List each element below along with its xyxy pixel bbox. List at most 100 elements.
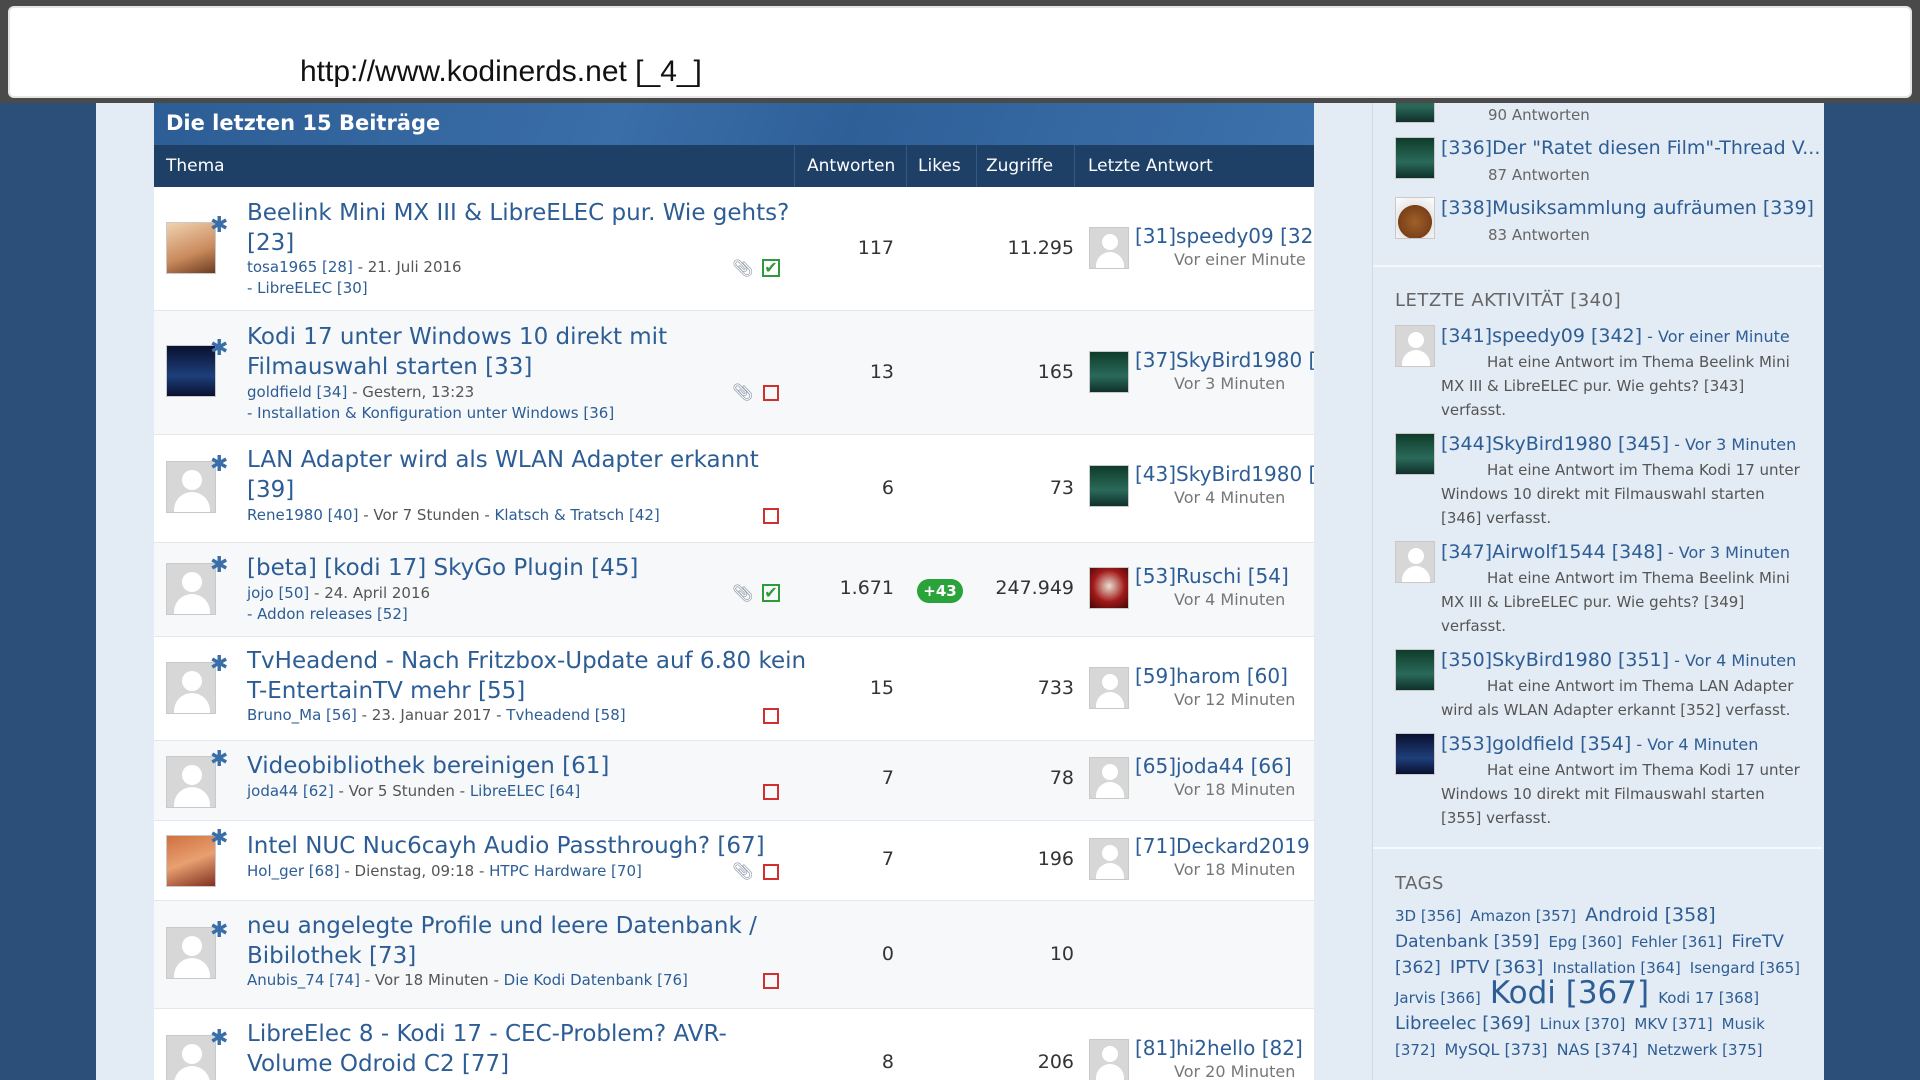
last-reply-user[interactable]: [31]speedy09 [32]	[1135, 224, 1314, 248]
col-likes[interactable]: Likes	[918, 156, 961, 176]
last-reply-avatar[interactable]	[1089, 227, 1129, 269]
sidebar-avatar[interactable]	[1395, 325, 1435, 367]
activity-user[interactable]: [353]goldfield [354]	[1441, 733, 1631, 755]
last-reply-user[interactable]: [53]Ruschi [54]	[1135, 564, 1289, 588]
thread-forum[interactable]: - Installation & Konfiguration unter Win…	[247, 403, 614, 424]
tag-link[interactable]: MySQL [373]	[1444, 1040, 1547, 1059]
col-separator	[1074, 145, 1075, 187]
col-letzte-antwort[interactable]: Letzte Antwort	[1088, 156, 1213, 176]
thread-author[interactable]: tosa1965 [28]	[247, 258, 353, 276]
col-thema[interactable]: Thema	[166, 156, 225, 176]
tag-link[interactable]: Amazon [357]	[1470, 907, 1576, 925]
thread-author[interactable]: Rene1980 [40]	[247, 506, 358, 524]
sidebar: 90 Antworten [336]Der "Ratet diesen Film…	[1372, 103, 1822, 1080]
tag-link[interactable]: 3D [356]	[1395, 907, 1461, 925]
last-reply-user[interactable]: [71]Deckard2019 [72]	[1135, 834, 1314, 858]
thread-forum[interactable]: Die Kodi Datenbank [76]	[504, 971, 688, 989]
thread-date: - Vor 18 Minuten -	[359, 971, 504, 989]
thread-forum[interactable]: - Addon releases [52]	[247, 604, 408, 625]
avatar[interactable]	[166, 927, 216, 979]
activity-user[interactable]: [341]speedy09 [342]	[1441, 325, 1642, 347]
thread-forum[interactable]: HTPC Hardware [70]	[489, 862, 642, 880]
sidebar-avatar[interactable]	[1395, 541, 1435, 583]
tag-link[interactable]: Isengard [365]	[1690, 959, 1800, 977]
thread-author[interactable]: Bruno_Ma [56]	[247, 706, 357, 724]
tag-link[interactable]: Libreelec [369]	[1395, 1013, 1531, 1034]
avatar[interactable]	[166, 662, 216, 714]
tag-link[interactable]: Android [358]	[1585, 904, 1716, 926]
thread-forum[interactable]: LibreELEC [64]	[470, 782, 580, 800]
last-reply-avatar[interactable]	[1089, 757, 1129, 799]
last-reply-user[interactable]: [43]SkyBird1980 [44]	[1135, 462, 1314, 486]
tag-link[interactable]: Linux [370]	[1540, 1015, 1626, 1033]
activity-user[interactable]: [344]SkyBird1980 [345]	[1441, 433, 1669, 455]
thread-title[interactable]: [beta] [kodi 17] SkyGo Plugin [45]	[247, 553, 807, 583]
thread-author[interactable]: Anubis_74 [74]	[247, 971, 360, 989]
tag-link[interactable]: Jarvis [366]	[1395, 989, 1481, 1007]
thread-author[interactable]: Hol_ger [68]	[247, 862, 340, 880]
tag-link[interactable]: Epg [360]	[1548, 933, 1622, 951]
tag-link[interactable]: NAS [374]	[1557, 1040, 1638, 1059]
avatar[interactable]	[166, 461, 216, 513]
last-reply-user[interactable]: [65]joda44 [66]	[1135, 754, 1292, 778]
sidebar-avatar[interactable]	[1395, 103, 1435, 123]
avatar[interactable]	[166, 222, 216, 274]
thread-forum[interactable]: Tvheadend [58]	[506, 706, 625, 724]
thread-title[interactable]: Videobibliothek bereinigen [61]	[247, 751, 807, 781]
col-zugriffe[interactable]: Zugriffe	[986, 156, 1053, 176]
sidebar-avatar[interactable]	[1395, 433, 1435, 475]
sidebar-avatar[interactable]	[1395, 733, 1435, 775]
sidebar-avatar[interactable]	[1395, 137, 1435, 179]
col-antworten[interactable]: Antworten	[807, 156, 895, 176]
sidebar-avatar[interactable]	[1395, 649, 1435, 691]
attachment-icon: 📎︎	[732, 862, 754, 882]
sidebar-thread-link[interactable]: [336]Der "Ratet diesen Film"-Thread V...	[1441, 137, 1820, 159]
views-count: 247.949	[995, 577, 1074, 599]
last-reply-avatar[interactable]	[1089, 567, 1129, 609]
thread-title[interactable]: TvHeadend - Nach Fritzbox-Update auf 6.8…	[247, 646, 807, 706]
thread-meta: goldfield [34] - Gestern, 13:23	[247, 382, 474, 403]
thread-author[interactable]: joda44 [62]	[247, 782, 334, 800]
thread-title[interactable]: Kodi 17 unter Windows 10 direkt mit Film…	[247, 322, 807, 382]
avatar[interactable]	[166, 563, 216, 615]
thread-title[interactable]: Intel NUC Nuc6cayh Audio Passthrough? [6…	[247, 831, 807, 861]
last-reply-user[interactable]: [81]hi2hello [82]	[1135, 1036, 1303, 1060]
last-reply-time: Vor 12 Minuten	[1174, 690, 1296, 709]
avatar[interactable]	[166, 1035, 216, 1080]
last-reply-avatar[interactable]	[1089, 351, 1129, 393]
activity-time: - Vor 4 Minuten	[1631, 735, 1759, 754]
tag-link[interactable]: Datenbank [359]	[1395, 932, 1539, 952]
thread-forum[interactable]: Klatsch & Tratsch [42]	[495, 506, 660, 524]
tag-link[interactable]: Fehler [361]	[1631, 933, 1722, 951]
answers-count: 6	[881, 477, 894, 499]
tag-link[interactable]: Kodi [367]	[1490, 975, 1649, 1011]
sidebar-avatar[interactable]	[1395, 197, 1435, 239]
unsolved-box-icon	[763, 708, 779, 724]
tag-link[interactable]: MKV [371]	[1634, 1015, 1712, 1033]
avatar[interactable]	[166, 835, 216, 887]
thread-author[interactable]: jojo [50]	[247, 584, 309, 602]
tag-link[interactable]: Netzwerk [375]	[1647, 1041, 1763, 1059]
activity-user[interactable]: [350]SkyBird1980 [351]	[1441, 649, 1669, 671]
last-reply-avatar[interactable]	[1089, 838, 1129, 880]
thread-title[interactable]: LAN Adapter wird als WLAN Adapter erkann…	[247, 445, 807, 505]
thread-forum[interactable]: - LibreELEC [30]	[247, 278, 368, 299]
last-reply-avatar[interactable]	[1089, 465, 1129, 507]
thread-title[interactable]: neu angelegte Profile und leere Datenban…	[247, 911, 807, 971]
thread-title[interactable]: LibreElec 8 - Kodi 17 - CEC-Problem? AVR…	[247, 1019, 807, 1079]
views-count: 165	[1037, 361, 1074, 383]
thread-meta: Hol_ger [68] - Dienstag, 09:18 - HTPC Ha…	[247, 861, 642, 882]
last-reply-avatar[interactable]	[1089, 1039, 1129, 1080]
thread-title[interactable]: Beelink Mini MX III & LibreELEC pur. Wie…	[247, 198, 807, 258]
avatar[interactable]	[166, 345, 216, 397]
thread-author[interactable]: goldfield [34]	[247, 383, 347, 401]
activity-user[interactable]: [347]Airwolf1544 [348]	[1441, 541, 1663, 563]
unsolved-box-icon	[763, 508, 779, 524]
avatar[interactable]	[166, 756, 216, 808]
tag-link[interactable]: Kodi 17 [368]	[1658, 989, 1759, 1007]
last-reply-user[interactable]: [37]SkyBird1980 [38]	[1135, 348, 1314, 372]
url-field[interactable]: http://www.kodinerds.net [_4_]	[8, 6, 1912, 98]
last-reply-avatar[interactable]	[1089, 667, 1129, 709]
sidebar-thread-link[interactable]: [338]Musiksammlung aufräumen [339]	[1441, 197, 1814, 219]
last-reply-user[interactable]: [59]harom [60]	[1135, 664, 1288, 688]
